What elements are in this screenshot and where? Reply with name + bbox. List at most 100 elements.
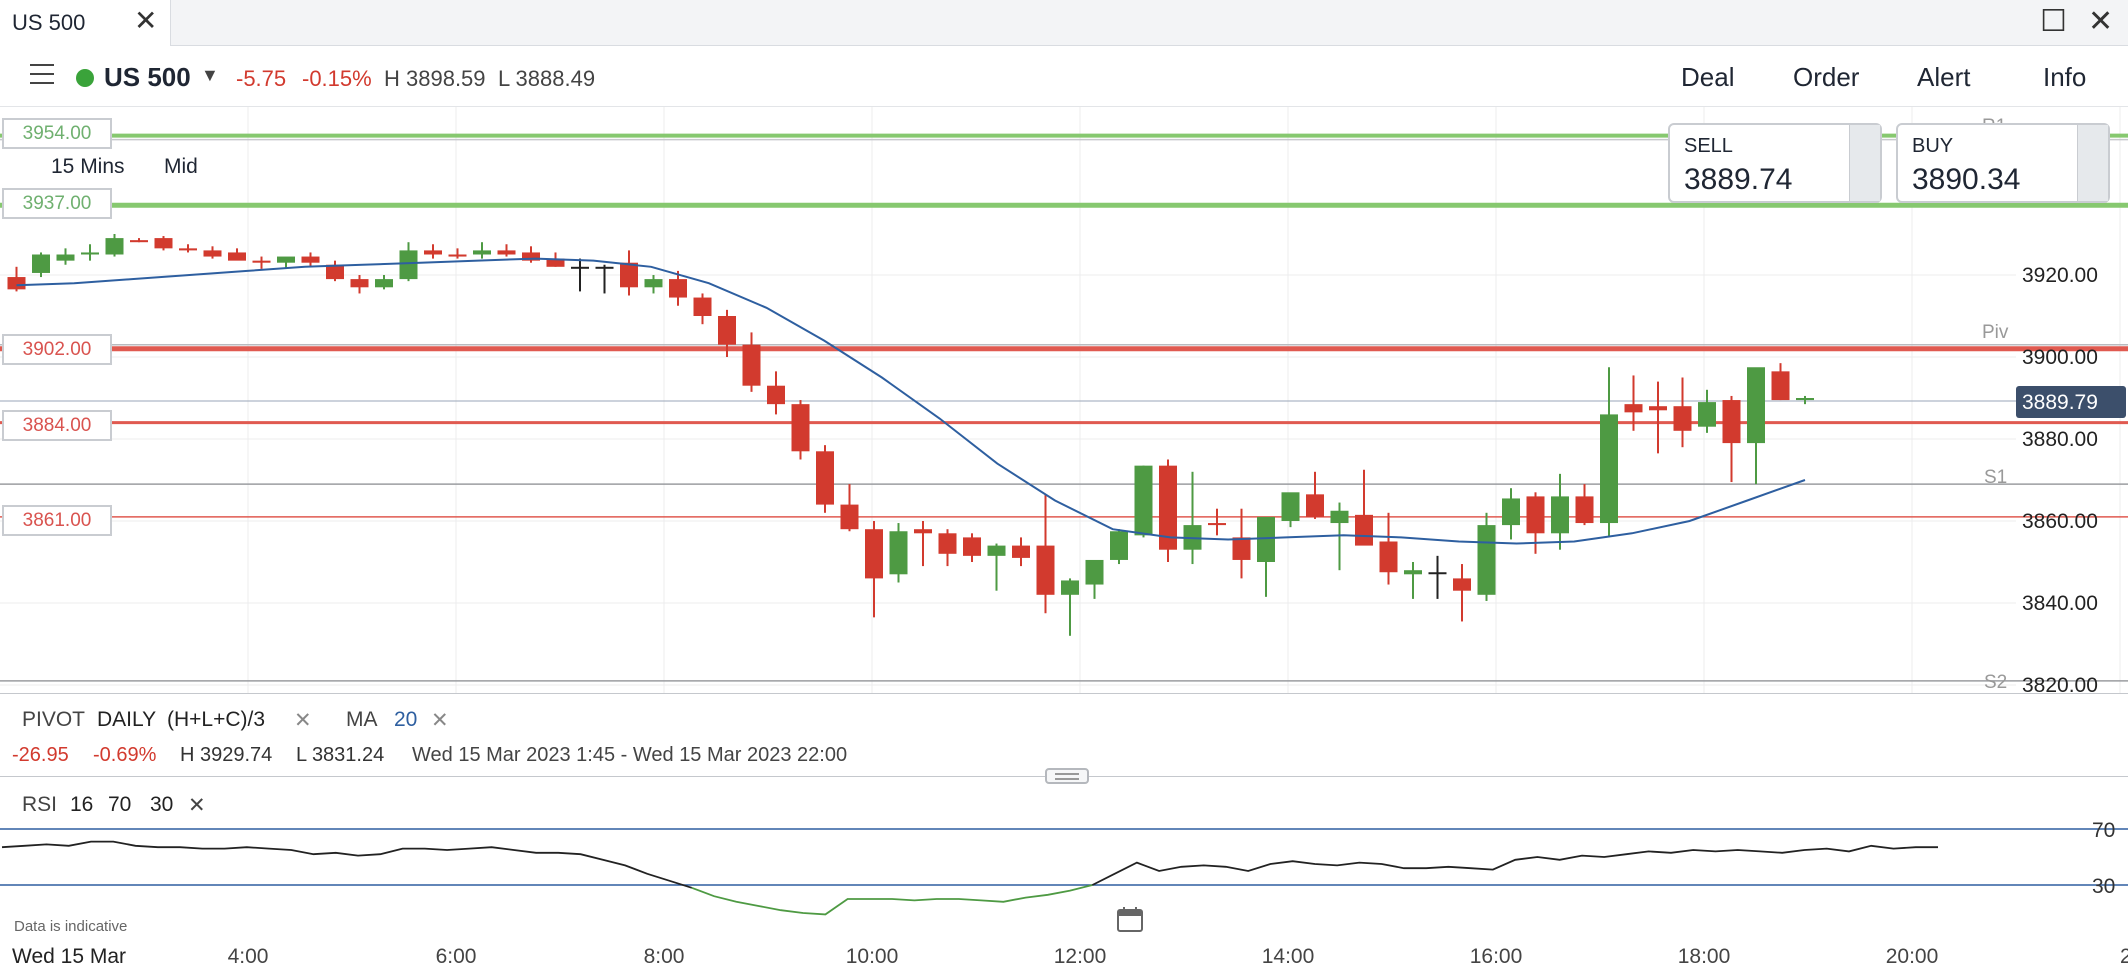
candle-body <box>571 266 589 269</box>
candle-body <box>644 279 663 288</box>
buy-price: 3890.34 <box>1912 163 2021 196</box>
candle-body <box>375 279 393 288</box>
pivot-levels <box>0 133 2128 682</box>
x-tick-label: 20:00 <box>1886 945 1939 968</box>
level-3954-box[interactable]: 3954.00 <box>2 118 112 149</box>
y-tick-label: 3860.00 <box>2022 510 2098 533</box>
candle-body <box>1012 545 1030 558</box>
candles <box>7 234 1814 636</box>
rsi-line <box>1 840 1938 916</box>
level-3902-box[interactable]: 3902.00 <box>2 334 112 365</box>
price-axis: 3920.003900.003880.003860.003840.003820.… <box>2022 264 2098 697</box>
rsi-param-1[interactable]: 16 <box>70 793 93 817</box>
pivot-period[interactable]: DAILY <box>97 708 156 732</box>
candle-body <box>1355 514 1373 546</box>
candle-body <box>1624 404 1643 413</box>
candle-body <box>1330 510 1349 524</box>
candle-body <box>889 531 908 575</box>
candle-body <box>1061 580 1079 595</box>
candle-body <box>767 385 785 405</box>
buy-label: BUY <box>1912 135 1954 157</box>
price-type[interactable]: Mid <box>164 155 198 179</box>
x-tick-label: 14:00 <box>1262 945 1315 968</box>
candle-body <box>718 316 736 345</box>
x-tick-label: 6:00 <box>436 945 477 968</box>
candle-body <box>1600 414 1618 524</box>
candle-body <box>497 250 516 255</box>
candle-body <box>1379 541 1398 573</box>
sell-ticket[interactable]: SELL 3889.74 <box>1668 123 1882 203</box>
candle-body <box>1257 516 1275 562</box>
candle-body <box>938 533 957 554</box>
stats-date-range: Wed 15 Mar 2023 1:45 - Wed 15 Mar 2023 2… <box>412 744 848 766</box>
candle-body <box>1134 465 1153 536</box>
rsi-param-3[interactable]: 30 <box>150 793 173 817</box>
candle-body <box>1232 537 1251 560</box>
candle-body <box>1477 525 1496 595</box>
candle-body <box>620 262 638 288</box>
candle-body <box>1526 496 1545 534</box>
ma-indicator-name[interactable]: MA <box>346 708 378 732</box>
remove-ma-icon[interactable]: ✕ <box>431 708 449 733</box>
rsi-indicator-name[interactable]: RSI <box>22 793 57 817</box>
y-tick-label: 3880.00 <box>2022 428 2098 451</box>
candle-body <box>963 537 981 556</box>
candle-body <box>1428 572 1447 575</box>
candle-body <box>350 279 369 288</box>
piv-label: Piv <box>1982 322 2009 343</box>
candle-body <box>1722 400 1741 444</box>
rsi-segment <box>1 840 693 889</box>
stats-low: L 3831.24 <box>296 744 385 766</box>
candle-body <box>130 240 148 243</box>
y-tick-label: 3840.00 <box>2022 592 2098 615</box>
current-price-value: 3889.79 <box>2022 391 2098 414</box>
candle-body <box>473 250 491 255</box>
candle-body <box>424 250 442 255</box>
ma-period[interactable]: 20 <box>394 708 417 732</box>
candle-body <box>81 252 99 255</box>
pivot-formula[interactable]: (H+L+C)/3 <box>167 708 265 732</box>
remove-pivot-icon[interactable]: ✕ <box>294 708 312 733</box>
level-3937-box[interactable]: 3937.00 <box>2 188 112 219</box>
level-3884-box[interactable]: 3884.00 <box>2 410 112 441</box>
candle-body <box>203 250 222 257</box>
x-tick-label: 22:0 <box>2120 945 2128 968</box>
calendar-icon[interactable] <box>1116 905 1144 933</box>
rsi-30-label: 30 <box>2092 875 2115 898</box>
candle-body <box>1771 371 1790 401</box>
candle-body <box>1453 578 1471 591</box>
stats-change-percent: -0.69% <box>93 744 157 766</box>
candle-body <box>1551 496 1569 534</box>
candle-body <box>1698 402 1716 427</box>
candle-body <box>1110 531 1128 560</box>
candle-body <box>840 504 859 530</box>
level-3861-box[interactable]: 3861.00 <box>2 505 112 536</box>
stats-change-points: -26.95 <box>12 744 69 766</box>
candle-body <box>1208 523 1226 526</box>
stats-high: H 3929.74 <box>180 744 273 766</box>
x-tick-label: 4:00 <box>228 945 269 968</box>
buy-ticket[interactable]: BUY 3890.34 <box>1896 123 2110 203</box>
remove-rsi-icon[interactable]: ✕ <box>188 793 206 818</box>
candle-body <box>693 297 712 316</box>
panel-resize-handle[interactable] <box>1045 768 1089 784</box>
sell-label: SELL <box>1684 135 1733 157</box>
candle-body <box>1673 406 1692 431</box>
x-tick-label: 10:00 <box>846 945 899 968</box>
candle-body <box>56 254 75 261</box>
candle-body <box>252 260 271 263</box>
candle-body <box>1796 398 1814 401</box>
candle-body <box>816 451 834 505</box>
rsi-param-2[interactable]: 70 <box>108 793 131 817</box>
rsi-segment <box>691 884 1093 916</box>
s1-label: S1 <box>1984 467 2007 488</box>
candle-body <box>791 404 810 452</box>
candle-body <box>7 277 26 290</box>
candle-body <box>399 250 418 280</box>
timeframe-interval[interactable]: 15 Mins <box>51 155 125 179</box>
candle-body <box>301 256 320 263</box>
candle-body <box>1502 498 1520 526</box>
candle-body <box>914 529 932 534</box>
time-axis: Wed 15 Mar 4:00 6:00 8:00 10:00 12:00 14:00 16:… <box>12 945 2128 968</box>
pivot-indicator-name[interactable]: PIVOT <box>22 708 85 732</box>
